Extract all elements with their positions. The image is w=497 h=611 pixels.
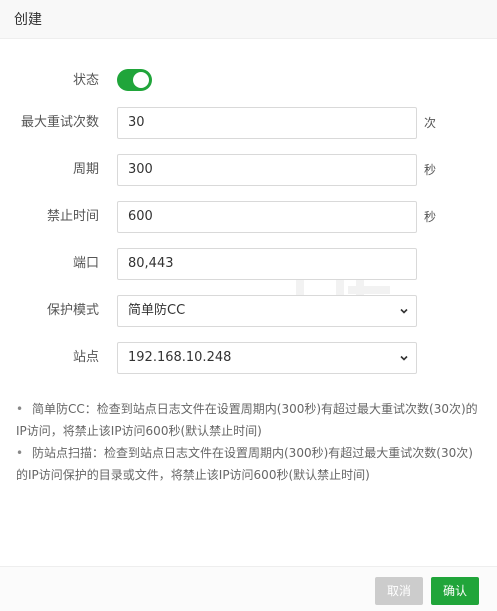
note-line: IP访问，将禁止该IP访问600秒(默认禁止时间) [16,424,262,438]
port-input[interactable]: 80,443 [117,248,417,280]
row-protect-mode: 保护模式 简单防CC [0,295,497,327]
row-max-retries: 最大重试次数 30 次 [0,107,497,139]
period-unit: 秒 [424,163,437,177]
dialog-title: 创建 [14,12,42,28]
max-retries-label: 最大重试次数 [20,115,99,130]
row-period: 周期 300 秒 [0,154,497,186]
max-retries-unit: 次 [424,116,437,130]
period-label: 周期 [72,162,99,177]
create-dialog: 创建 状态 最大重试次数 30 次 周期 300 秒 禁止时间 600 秒 端口… [0,0,497,611]
dialog-header: 创建 [0,0,497,39]
note-item: • 简单防CC：检查到站点日志文件在设置周期内(300秒)有超过最大重试次数(30… [16,398,486,442]
chevron-down-icon [400,308,408,314]
note-bullet: • [16,446,24,460]
row-site: 站点 192.168.10.248 [0,342,497,374]
row-ban-time: 禁止时间 600 秒 [0,201,497,233]
confirm-button[interactable]: 确认 [431,577,479,605]
dialog-footer: 取消 确认 [0,566,497,611]
help-notes: • 简单防CC：检查到站点日志文件在设置周期内(300秒)有超过最大重试次数(30… [16,398,486,486]
protect-mode-value: 简单防CC [128,303,186,318]
row-port: 端口 80,443 [0,248,497,280]
status-label: 状态 [72,73,99,88]
period-input[interactable]: 300 [117,154,417,186]
ban-time-label: 禁止时间 [46,209,99,224]
note-item: • 防站点扫描：检查到站点日志文件在设置周期内(300秒)有超过最大重试次数(30… [16,442,486,486]
note-text: 简单防CC：检查到站点日志文件在设置周期内(300秒)有超过最大重试次数(30次… [32,402,478,416]
chevron-down-icon [400,355,408,361]
note-text: 防站点扫描：检查到站点日志文件在设置周期内(300秒)有超过最大重试次数(30次… [32,446,473,460]
note-line: • 防站点扫描：检查到站点日志文件在设置周期内(300秒)有超过最大重试次数(30… [16,442,486,464]
site-label: 站点 [72,350,99,365]
note-line: • 简单防CC：检查到站点日志文件在设置周期内(300秒)有超过最大重试次数(30… [16,398,486,420]
ban-time-unit: 秒 [424,210,437,224]
note-bullet: • [16,402,24,416]
max-retries-input[interactable]: 30 [117,107,417,139]
status-toggle[interactable] [117,69,152,91]
protect-mode-select[interactable]: 简单防CC [117,295,417,327]
site-select[interactable]: 192.168.10.248 [117,342,417,374]
cancel-button[interactable]: 取消 [375,577,423,605]
ban-time-input[interactable]: 600 [117,201,417,233]
site-value: 192.168.10.248 [128,350,232,365]
row-status: 状态 [0,65,497,97]
toggle-knob [133,72,149,88]
port-label: 端口 [72,256,99,271]
protect-mode-label: 保护模式 [46,303,99,318]
note-line: 的IP访问保护的目录或文件，将禁止该IP访问600秒(默认禁止时间) [16,468,370,482]
